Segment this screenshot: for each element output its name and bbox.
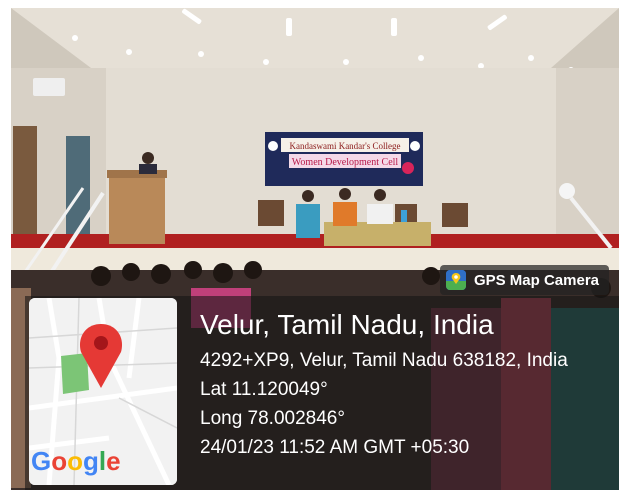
location-info: Velur, Tamil Nadu, India 4292+XP9, Velur… (200, 308, 568, 462)
gps-map-camera-icon (445, 270, 466, 290)
address-line: 4292+XP9, Velur, Tamil Nadu 638182, Indi… (200, 350, 568, 371)
map-park-area (61, 353, 89, 394)
gps-map-camera-tag: GPS Map Camera (439, 265, 609, 295)
google-logo: Google (31, 446, 121, 476)
banner-college-name: Kandaswami Kandar's College (289, 141, 400, 151)
photo-frame: Kandaswami Kandar's College Women Develo… (11, 8, 619, 490)
map-thumbnail: Google (29, 298, 177, 485)
latitude: Lat 11.120049° (200, 379, 328, 400)
longitude: Long 78.002846° (200, 408, 345, 429)
gps-app-name: GPS Map Camera (473, 271, 599, 289)
timestamp: 24/01/23 11:52 AM GMT +05:30 (200, 437, 470, 458)
location-overlay: Google Velur, Tamil Nadu, India 4292+XP9… (25, 296, 619, 490)
banner-cell-name: Women Development Cell (292, 157, 399, 168)
place-name: Velur, Tamil Nadu, India (200, 309, 494, 340)
